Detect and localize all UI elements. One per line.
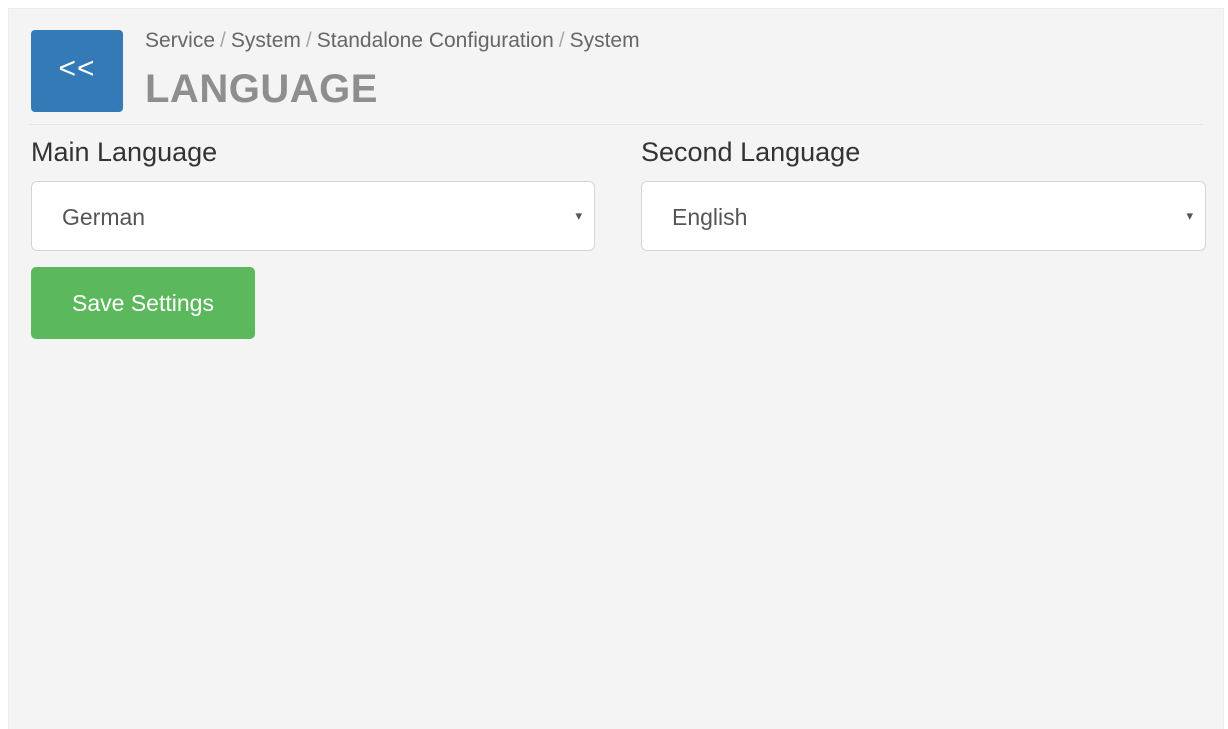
breadcrumb-item-system[interactable]: System (231, 29, 301, 52)
second-language-value: English (672, 204, 748, 230)
header-divider (29, 124, 1203, 125)
save-settings-button[interactable]: Save Settings (31, 267, 255, 339)
caret-down-icon: ▾ (575, 208, 582, 223)
breadcrumb-separator: / (220, 29, 226, 52)
breadcrumb-separator: / (305, 29, 312, 52)
breadcrumb: Service / System / Standalone Configuration /… (145, 29, 640, 53)
breadcrumb-item-service[interactable]: Service (145, 29, 215, 52)
main-language-value: German (62, 204, 146, 230)
breadcrumb-item-system-current[interactable]: System (570, 29, 640, 52)
main-language-select[interactable]: German ▾ (31, 181, 595, 251)
breadcrumb-separator: / (558, 29, 565, 52)
content-panel: << Service / System / Standalone Configurati… (8, 8, 1224, 729)
back-button[interactable]: << (31, 30, 123, 112)
page-title: LANGUAGE (145, 67, 378, 111)
second-language-label: Second Language (641, 137, 861, 167)
breadcrumb-item-standalone-configuration[interactable]: Standalone Configuration (317, 29, 554, 52)
main-language-label: Main Language (31, 137, 218, 167)
caret-down-icon: ▾ (1186, 208, 1193, 223)
second-language-select[interactable]: English ▾ (641, 181, 1206, 251)
